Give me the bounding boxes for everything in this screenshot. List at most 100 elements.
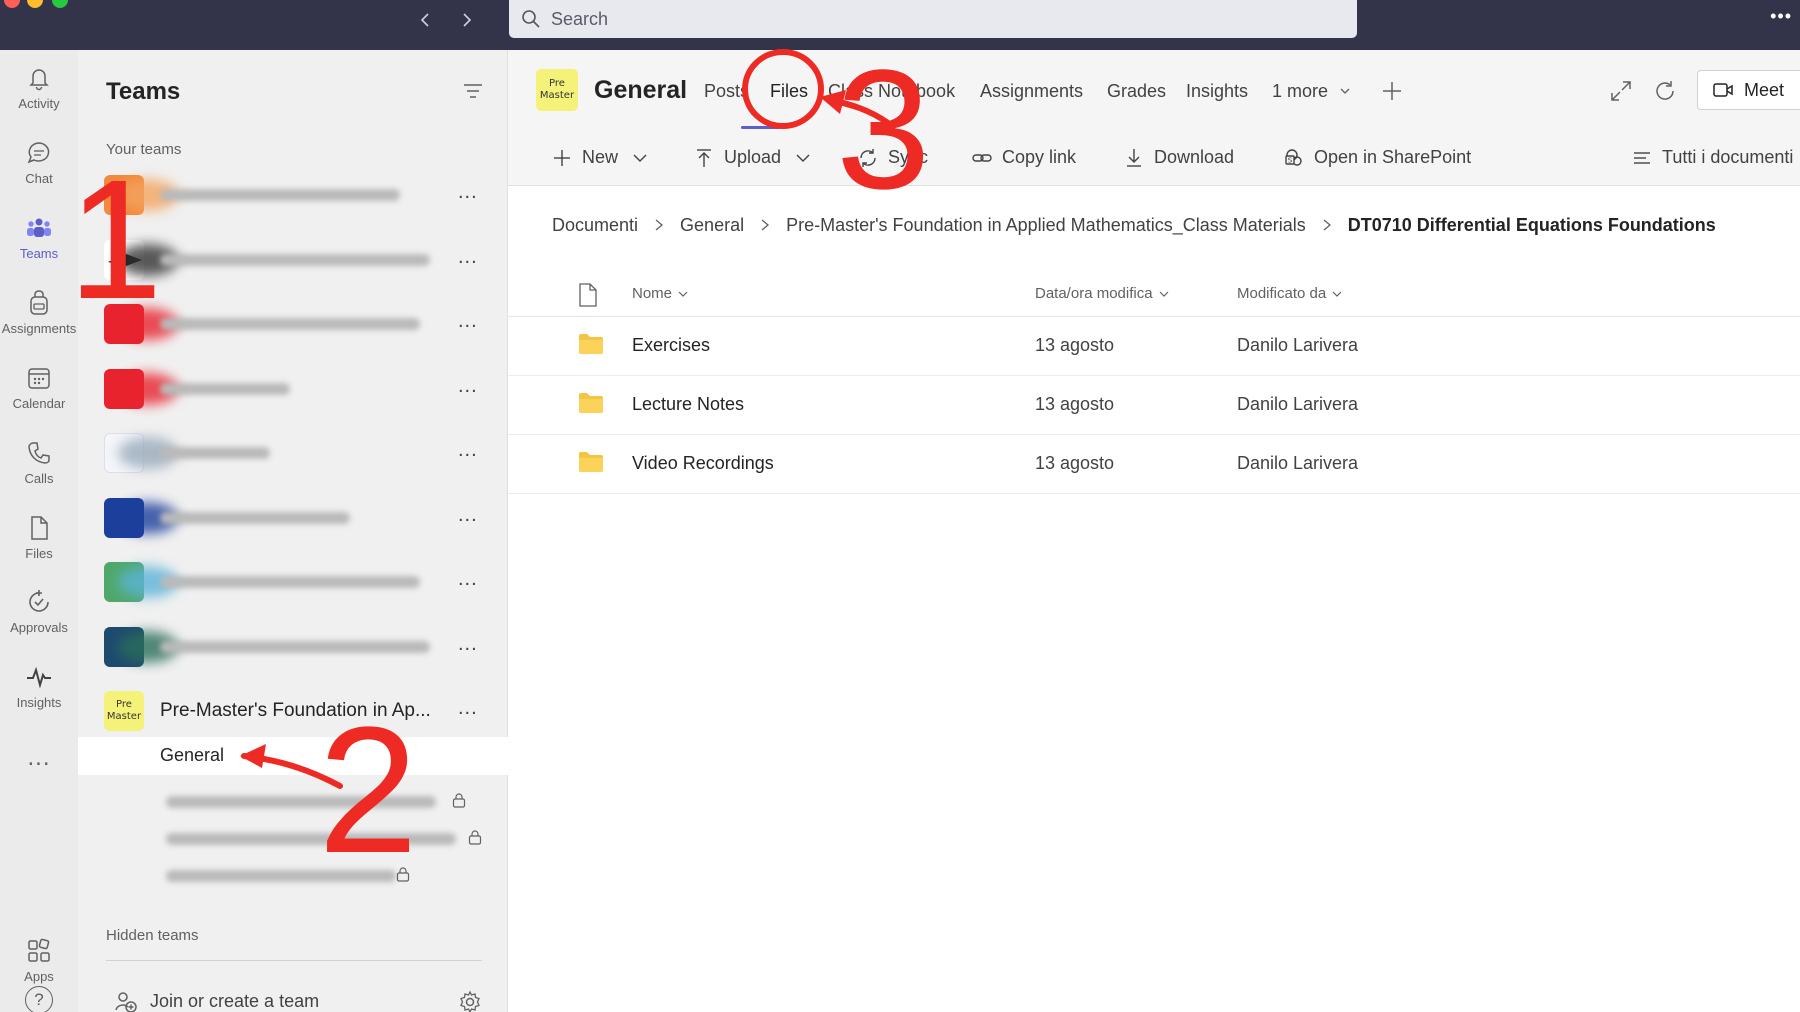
column-label: Nome bbox=[632, 285, 673, 302]
approvals-icon bbox=[29, 589, 49, 612]
copy-link-button[interactable]: Copy link bbox=[972, 147, 1076, 168]
team-more-button[interactable]: ... bbox=[458, 246, 478, 269]
tab-insights[interactable]: Insights bbox=[1186, 81, 1248, 102]
title-bar: ••• bbox=[0, 0, 1800, 50]
tab-more[interactable]: 1 more bbox=[1272, 81, 1351, 102]
open-sharepoint-button[interactable]: S Open in SharePoint bbox=[1284, 147, 1471, 168]
tab-posts[interactable]: Posts bbox=[704, 81, 749, 102]
sharepoint-icon: S bbox=[1285, 148, 1302, 166]
logo-text: Master bbox=[539, 90, 575, 101]
channel-row-private[interactable] bbox=[78, 856, 508, 892]
breadcrumb-class-materials[interactable]: Pre-Master's Foundation in Applied Mathe… bbox=[786, 215, 1306, 236]
refresh-icon[interactable] bbox=[1652, 78, 1678, 104]
help-button[interactable]: ? bbox=[0, 978, 78, 1012]
channel-title: General bbox=[594, 76, 688, 104]
gear-icon[interactable] bbox=[458, 990, 482, 1012]
download-button[interactable]: Download bbox=[1124, 147, 1234, 168]
rail-item-activity[interactable]: Activity bbox=[0, 54, 78, 120]
meet-button[interactable]: Meet bbox=[1697, 70, 1800, 110]
download-icon bbox=[1127, 148, 1141, 167]
column-header-modified-by[interactable]: Modificato da bbox=[1237, 285, 1343, 302]
team-row[interactable]: ... bbox=[78, 165, 508, 225]
new-button[interactable]: New bbox=[552, 147, 648, 168]
rail-label: Insights bbox=[16, 694, 62, 710]
file-row[interactable]: Exercises 13 agosto Danilo Larivera bbox=[508, 317, 1800, 376]
column-label: Data/ora modifica bbox=[1035, 285, 1153, 302]
view-selector[interactable]: Tutti i documenti bbox=[1632, 147, 1793, 168]
close-window-button[interactable] bbox=[4, 0, 20, 8]
tab-assignments[interactable]: Assignments bbox=[980, 81, 1083, 102]
file-row[interactable]: Video Recordings 13 agosto Danilo Larive… bbox=[508, 435, 1800, 494]
file-list-header: Nome Data/ora modifica Modificato da bbox=[508, 275, 1800, 317]
team-row[interactable]: ... bbox=[78, 423, 508, 483]
team-row-premaster[interactable]: Pre Master Pre-Master's Foundation in Ap… bbox=[78, 681, 508, 741]
divider bbox=[106, 960, 482, 961]
team-more-button[interactable]: ... bbox=[458, 568, 478, 591]
main-content: Pre Master General Posts Files Class Not… bbox=[508, 50, 1800, 1012]
rail-label: Calls bbox=[24, 470, 54, 486]
channel-row-private[interactable] bbox=[78, 782, 508, 818]
rail-label: Chat bbox=[25, 170, 53, 186]
add-tab-icon[interactable] bbox=[1379, 78, 1405, 104]
team-row[interactable]: ... bbox=[78, 294, 508, 354]
file-type-icon[interactable] bbox=[578, 283, 598, 307]
team-more-button[interactable]: ... bbox=[458, 181, 478, 204]
column-header-name[interactable]: Nome bbox=[632, 285, 689, 302]
team-more-button[interactable]: ... bbox=[458, 310, 478, 333]
folder-icon bbox=[579, 334, 603, 354]
channel-row-private[interactable] bbox=[78, 819, 508, 855]
team-row[interactable]: ... bbox=[78, 488, 508, 548]
rail-item-assignments[interactable]: Assignments bbox=[0, 279, 78, 345]
rail-item-chat[interactable]: Chat bbox=[0, 129, 78, 195]
team-more-button[interactable]: ... bbox=[458, 439, 478, 462]
sync-icon bbox=[860, 148, 876, 167]
tab-class-notebook[interactable]: Class Notebook bbox=[828, 81, 955, 102]
team-more-button[interactable]: ... bbox=[458, 504, 478, 527]
filter-icon[interactable] bbox=[460, 78, 486, 104]
search-input[interactable] bbox=[551, 8, 1331, 30]
apps-icon bbox=[28, 938, 50, 962]
team-row[interactable]: ... bbox=[78, 230, 508, 290]
team-row[interactable]: ... bbox=[78, 359, 508, 419]
team-more-button[interactable]: ... bbox=[458, 633, 478, 656]
team-more-button[interactable]: ... bbox=[458, 375, 478, 398]
rail-item-calendar[interactable]: Calendar bbox=[0, 354, 78, 420]
sync-button[interactable]: Sync bbox=[858, 147, 928, 168]
tab-grades[interactable]: Grades bbox=[1107, 81, 1166, 102]
expand-icon[interactable] bbox=[1608, 78, 1634, 104]
panel-title: Teams bbox=[106, 78, 181, 105]
join-create-team-button[interactable]: Join or create a team bbox=[106, 988, 496, 1012]
chevron-down-icon bbox=[633, 154, 647, 162]
video-camera-icon bbox=[1713, 83, 1733, 97]
breadcrumb-general[interactable]: General bbox=[680, 215, 744, 236]
more-apps-button[interactable]: ... bbox=[0, 728, 78, 794]
forward-button[interactable] bbox=[452, 6, 480, 34]
phone-icon bbox=[28, 441, 50, 464]
active-tab-indicator bbox=[741, 126, 780, 129]
rail-item-files[interactable]: Files bbox=[0, 504, 78, 570]
ellipsis-icon[interactable]: ••• bbox=[1770, 6, 1792, 27]
blurred-team-name bbox=[160, 447, 270, 459]
upload-button[interactable]: Upload bbox=[694, 147, 811, 168]
maximize-window-button[interactable] bbox=[52, 0, 68, 8]
rail-label: Assignments bbox=[1, 320, 77, 336]
team-row[interactable]: ... bbox=[78, 617, 508, 677]
file-modified-by: Danilo Larivera bbox=[1237, 453, 1359, 473]
rail-item-calls[interactable]: Calls bbox=[0, 429, 78, 495]
breadcrumb-documenti[interactable]: Documenti bbox=[552, 215, 638, 236]
file-row[interactable]: Lecture Notes 13 agosto Danilo Larivera bbox=[508, 376, 1800, 435]
team-more-button[interactable]: ... bbox=[458, 697, 478, 720]
blurred-team-name bbox=[160, 576, 420, 588]
rail-item-teams[interactable]: Teams bbox=[0, 204, 78, 270]
minimize-window-button[interactable] bbox=[27, 0, 43, 8]
back-button[interactable] bbox=[412, 6, 440, 34]
team-row[interactable]: ... bbox=[78, 552, 508, 612]
lock-icon bbox=[396, 867, 410, 882]
blurred-team-name bbox=[160, 383, 290, 395]
rail-item-approvals[interactable]: Approvals bbox=[0, 578, 78, 644]
channel-general[interactable]: General bbox=[78, 737, 508, 775]
tab-files[interactable]: Files bbox=[770, 81, 808, 102]
search-bar[interactable] bbox=[509, 0, 1357, 38]
rail-item-insights[interactable]: Insights bbox=[0, 653, 78, 719]
column-header-modified[interactable]: Data/ora modifica bbox=[1035, 285, 1170, 302]
